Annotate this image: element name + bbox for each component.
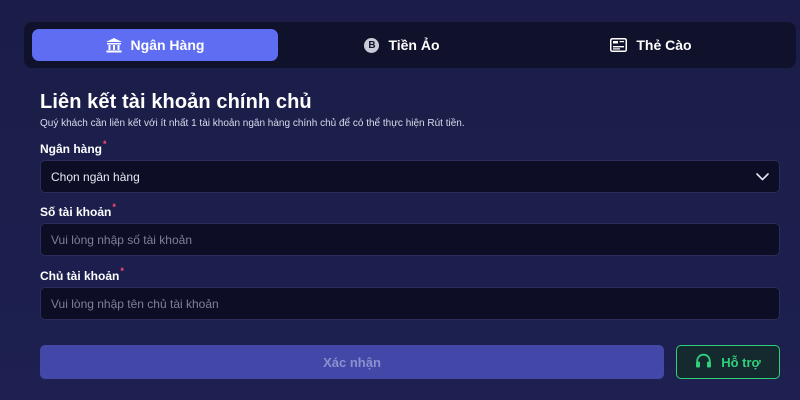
withdraw-account-link-page: Ngân Hàng B Tiền Ảo Thẻ Cào Liên kết tài… — [0, 0, 800, 400]
tab-scratch-card[interactable]: Thẻ Cào — [526, 29, 776, 61]
account-holder-label-text: Chủ tài khoản — [40, 269, 120, 283]
tab-bank[interactable]: Ngân Hàng — [32, 29, 278, 61]
account-number-label-text: Số tài khoản — [40, 205, 112, 219]
account-number-input[interactable] — [51, 232, 769, 247]
payment-method-tabs: Ngân Hàng B Tiền Ảo Thẻ Cào — [24, 22, 796, 68]
card-icon — [610, 38, 628, 52]
page-subtitle: Quý khách cần liên kết với ít nhất 1 tài… — [40, 118, 465, 129]
page-title: Liên kết tài khoản chính chủ — [40, 91, 312, 113]
chevron-down-icon — [756, 170, 769, 184]
tab-crypto-label: Tiền Ảo — [388, 37, 440, 53]
confirm-button[interactable]: Xác nhận — [40, 345, 664, 379]
support-label: Hỗ trợ — [721, 354, 761, 370]
tab-scratch-card-label: Thẻ Cào — [636, 37, 692, 53]
account-holder-field — [40, 287, 780, 320]
support-button[interactable]: Hỗ trợ — [676, 345, 780, 379]
account-holder-input[interactable] — [51, 296, 769, 311]
bank-icon — [105, 37, 122, 53]
headset-icon — [695, 353, 712, 372]
account-number-field — [40, 223, 780, 256]
bank-label: Ngân hàng* — [40, 139, 107, 156]
account-holder-label: Chủ tài khoản* — [40, 266, 124, 283]
tab-crypto[interactable]: B Tiền Ảo — [278, 29, 526, 61]
required-mark: * — [103, 139, 107, 149]
bank-select-value: Chọn ngân hàng — [51, 169, 140, 184]
bitcoin-icon: B — [364, 37, 380, 53]
required-mark: * — [112, 202, 116, 212]
tab-bank-label: Ngân Hàng — [130, 37, 205, 53]
bank-label-text: Ngân hàng — [40, 142, 102, 156]
account-number-label: Số tài khoản* — [40, 202, 116, 219]
bank-select[interactable]: Chọn ngân hàng — [40, 160, 780, 193]
required-mark: * — [120, 266, 124, 276]
